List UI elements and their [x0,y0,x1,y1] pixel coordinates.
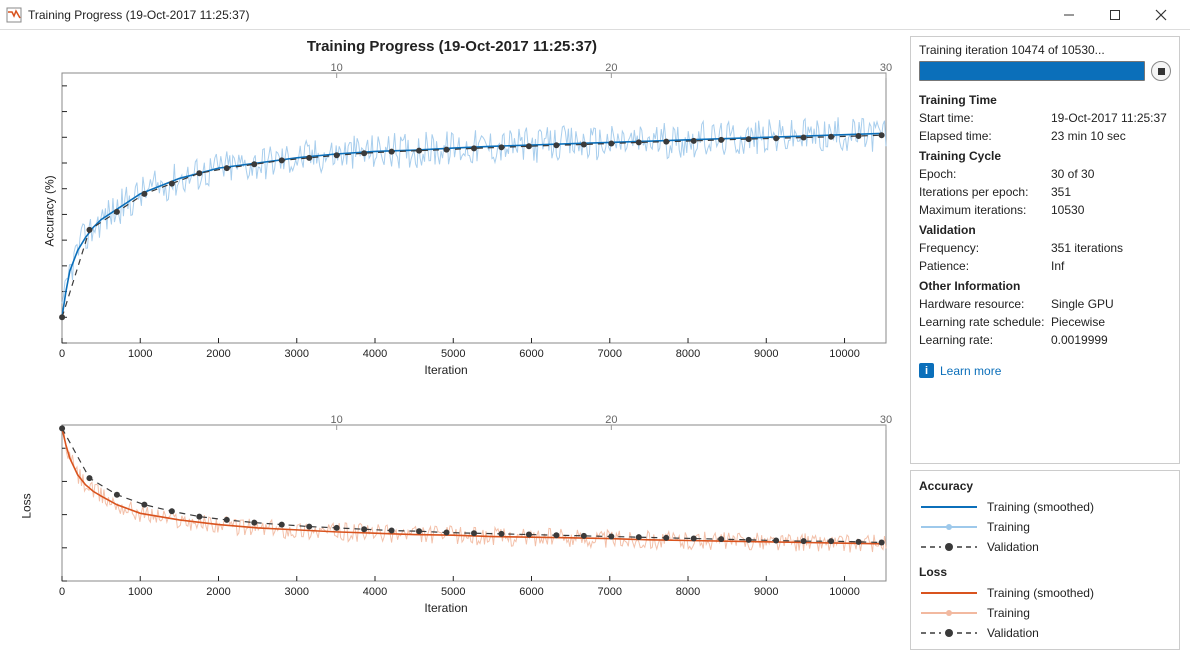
lrs-value: Piecewise [1051,313,1105,331]
svg-text:4000: 4000 [363,586,387,598]
stop-button[interactable] [1151,61,1171,81]
section-other-title: Other Information [919,279,1171,293]
svg-text:8000: 8000 [676,348,700,360]
start-time-label: Start time: [919,109,1051,127]
svg-text:30: 30 [880,62,892,74]
legend-acc-training: Training [987,520,1030,534]
lrs-label: Learning rate schedule: [919,313,1051,331]
svg-text:2000: 2000 [206,348,230,360]
svg-text:30: 30 [880,414,892,426]
val-freq-value: 351 iterations [1051,239,1123,257]
learn-more-link[interactable]: i Learn more [919,363,1171,378]
legend-loss-title: Loss [919,565,1171,579]
close-button[interactable] [1138,0,1184,30]
svg-text:7000: 7000 [598,348,622,360]
ipe-value: 351 [1051,183,1071,201]
lr-label: Learning rate: [919,331,1051,349]
maxiter-value: 10530 [1051,201,1084,219]
loss-chart: Loss 00.511.5201000200030004000500060007… [58,413,892,599]
window-titlebar: Training Progress (19-Oct-2017 11:25:37) [0,0,1190,30]
app-icon [6,7,22,23]
hw-label: Hardware resource: [919,295,1051,313]
svg-text:9000: 9000 [754,348,778,360]
section-cycle-title: Training Cycle [919,149,1171,163]
legend-panel: Accuracy Training (smoothed) Training Va… [910,470,1180,650]
legend-loss-smoothed-icon [919,586,979,600]
accuracy-ylabel: Accuracy (%) [43,175,57,246]
maximize-button[interactable] [1092,0,1138,30]
maxiter-label: Maximum iterations: [919,201,1051,219]
legend-loss-training: Training [987,606,1030,620]
legend-loss-smoothed: Training (smoothed) [987,586,1094,600]
hw-value: Single GPU [1051,295,1114,313]
lr-value: 0.0019999 [1051,331,1108,349]
start-time-value: 19-Oct-2017 11:25:37 [1051,109,1167,127]
svg-text:6000: 6000 [519,586,543,598]
svg-text:9000: 9000 [754,586,778,598]
stop-icon [1158,68,1165,75]
legend-acc-smoothed: Training (smoothed) [987,500,1094,514]
accuracy-chart: Accuracy (%) 010203040506070809010001000… [58,61,892,361]
legend-acc-validation-icon [919,540,979,554]
minimize-button[interactable] [1046,0,1092,30]
svg-text:20: 20 [605,414,617,426]
learn-more-label: Learn more [940,364,1001,378]
svg-text:5000: 5000 [441,348,465,360]
ipe-label: Iterations per epoch: [919,183,1051,201]
legend-acc-validation: Validation [987,540,1039,554]
svg-text:1000: 1000 [128,586,152,598]
loss-ylabel: Loss [20,493,34,518]
elapsed-time-label: Elapsed time: [919,127,1051,145]
legend-loss-training-icon [919,606,979,620]
svg-text:10: 10 [331,414,343,426]
epoch-label: Epoch: [919,165,1051,183]
legend-loss-validation: Validation [987,626,1039,640]
svg-text:5000: 5000 [441,586,465,598]
section-time-title: Training Time [919,93,1171,107]
svg-text:0: 0 [59,586,65,598]
svg-text:10000: 10000 [829,586,860,598]
svg-text:0: 0 [59,348,65,360]
section-validation-title: Validation [919,223,1171,237]
figure-title: Training Progress (19-Oct-2017 11:25:37) [0,38,904,55]
svg-text:20: 20 [605,62,617,74]
svg-text:3000: 3000 [285,348,309,360]
info-panel: Training iteration 10474 of 10530... Tra… [910,36,1180,464]
info-icon: i [919,363,934,378]
legend-acc-smoothed-icon [919,500,979,514]
svg-text:1000: 1000 [128,348,152,360]
val-patience-label: Patience: [919,257,1051,275]
svg-text:4000: 4000 [363,348,387,360]
loss-xlabel: Iteration [0,601,892,615]
legend-accuracy-title: Accuracy [919,479,1171,493]
window-title: Training Progress (19-Oct-2017 11:25:37) [28,8,1046,22]
svg-text:7000: 7000 [598,586,622,598]
val-patience-value: Inf [1051,257,1064,275]
svg-text:10000: 10000 [829,348,860,360]
svg-text:3000: 3000 [285,586,309,598]
svg-text:10: 10 [331,62,343,74]
svg-text:6000: 6000 [519,348,543,360]
legend-acc-training-icon [919,520,979,534]
epoch-value: 30 of 30 [1051,165,1094,183]
status-text: Training iteration 10474 of 10530... [919,43,1171,57]
svg-text:8000: 8000 [676,586,700,598]
svg-text:2000: 2000 [206,586,230,598]
progress-bar [919,61,1145,81]
elapsed-time-value: 23 min 10 sec [1051,127,1126,145]
legend-loss-validation-icon [919,626,979,640]
accuracy-xlabel: Iteration [0,363,892,377]
val-freq-label: Frequency: [919,239,1051,257]
